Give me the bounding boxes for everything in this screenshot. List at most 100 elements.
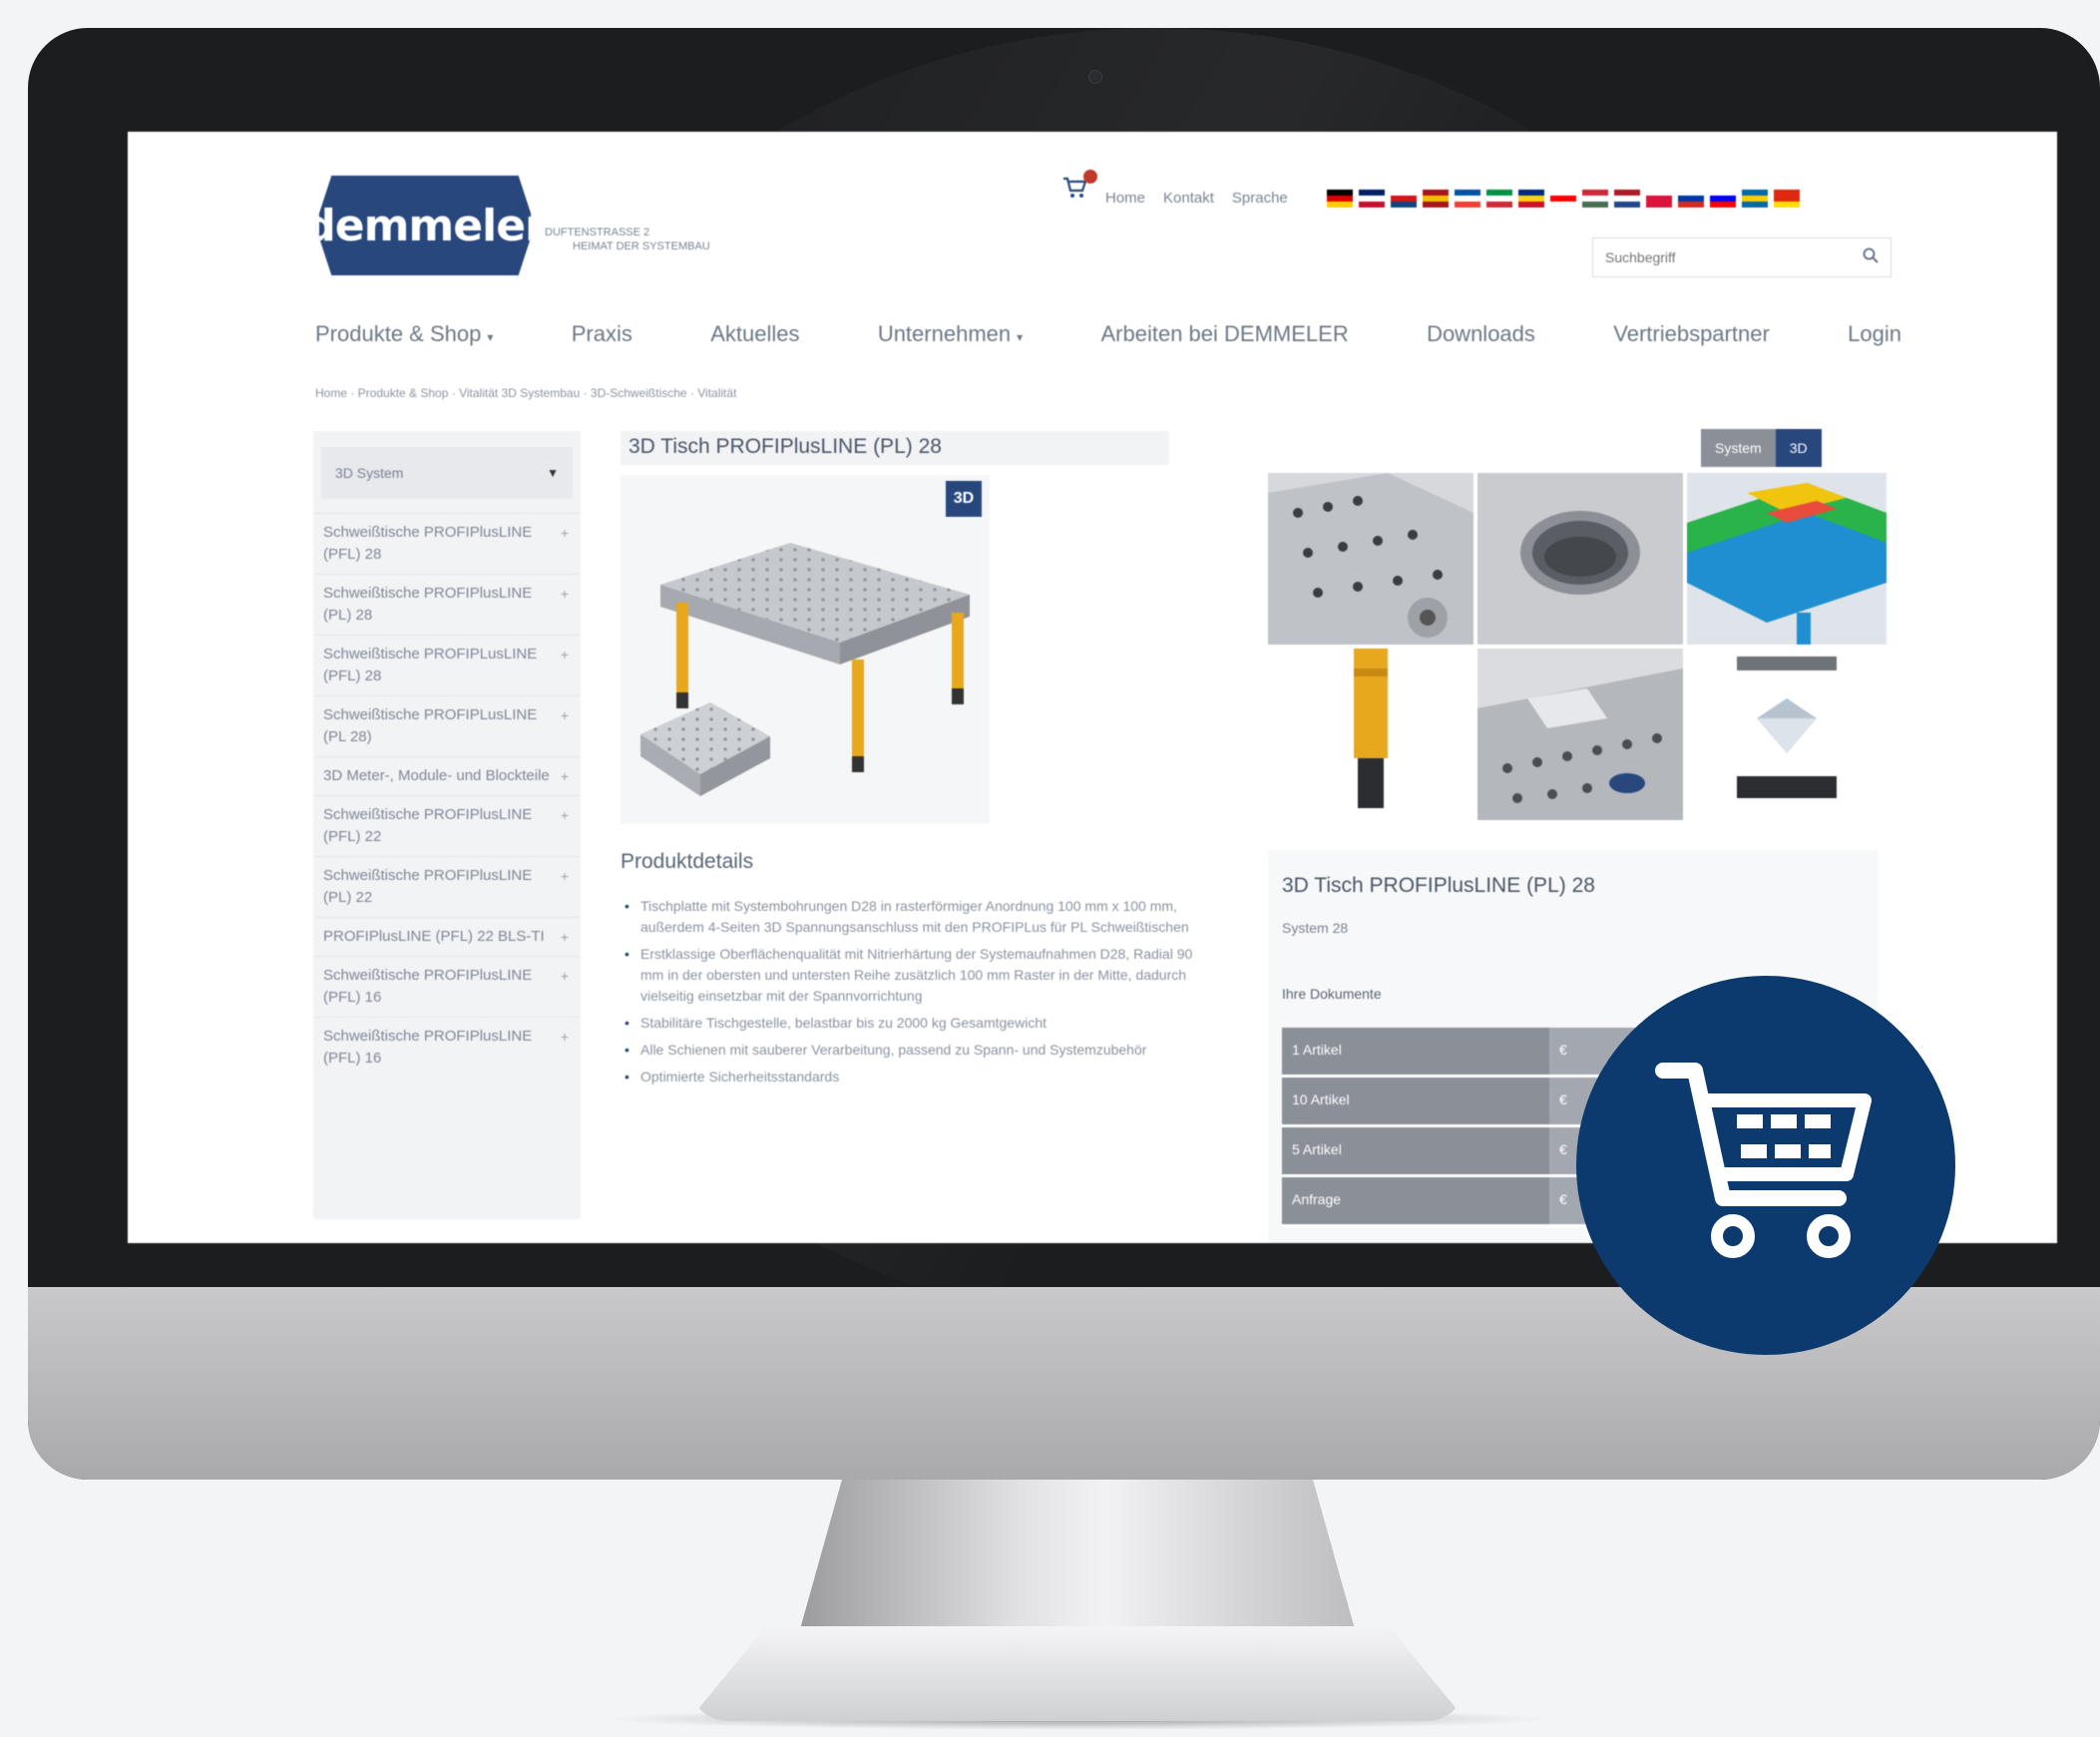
detail-item: Stabilitäre Tischgestelle, belastbar bis… [621, 1013, 1199, 1034]
top-link-language[interactable]: Sprache [1232, 190, 1288, 207]
plus-icon: + [560, 929, 569, 945]
detail-item: Erstklassige Oberflächenqualität mit Nit… [621, 944, 1199, 1007]
dropdown-arrow-icon: ▼ [547, 466, 559, 480]
sidebar-item[interactable]: Schweißtische PROFIPLusLINE (PFL) 28 + [313, 635, 581, 695]
search-input[interactable] [1593, 238, 1851, 276]
gallery-thumb-simulation[interactable] [1687, 473, 1887, 645]
monitor-stand-neck [798, 1477, 1357, 1636]
detail-item: Optimierte Sicherheitsstandards [621, 1067, 1199, 1087]
nav-label: Unternehmen [877, 321, 1012, 346]
nav-products-shop[interactable]: Produkte & Shop ▾ [315, 321, 493, 347]
infobox-docs-label[interactable]: Ihre Dokumente [1282, 986, 1382, 1002]
infobox-system: System 28 [1282, 920, 1349, 936]
sidebar-item[interactable]: 3D Meter-, Module- und Blockteile + [313, 756, 581, 795]
sidebar-item[interactable]: Schweißtische PROFIPlusLINE (PFL) 22 + [313, 795, 581, 856]
fr-flag-icon[interactable] [1455, 190, 1480, 208]
plus-icon: + [560, 707, 569, 723]
nav-arbeiten[interactable]: Arbeiten bei DEMMELER [1101, 321, 1349, 347]
price-qty: 5 Artikel [1282, 1127, 1549, 1174]
gallery-thumb-table-detail[interactable] [1477, 649, 1683, 820]
de-flag-icon[interactable] [1327, 190, 1353, 208]
sidebar-item[interactable]: Schweißtische PROFIPlusLINE (PFL) 16 + [313, 1017, 581, 1078]
stage: demmeler DUFTENSTRASSE 2 HEIMAT DER SYST… [0, 0, 2100, 1737]
se-flag-icon[interactable] [1742, 190, 1768, 208]
monitor-stand-base [688, 1626, 1467, 1721]
sidebar-item[interactable]: Schweißtische PROFIPlusLINE (PL) 28 + [313, 574, 581, 635]
ca-flag-icon[interactable] [1550, 190, 1576, 208]
nav-label: Produkte & Shop [315, 321, 482, 346]
hu-flag-icon[interactable] [1582, 190, 1608, 208]
cz-flag-icon[interactable] [1391, 190, 1417, 208]
product-details-list: Tischplatte mit Systembohrungen D28 in r… [621, 896, 1199, 1093]
plus-icon: + [560, 968, 569, 984]
plus-icon: + [560, 868, 569, 884]
ro-flag-icon[interactable] [1518, 190, 1544, 208]
plus-icon: + [560, 807, 569, 823]
language-flags [1327, 190, 1800, 208]
nav-aktuelles[interactable]: Aktuelles [710, 321, 799, 347]
top-link-contact[interactable]: Kontakt [1163, 190, 1214, 207]
nav-login[interactable]: Login [1848, 321, 1901, 347]
ru-flag-icon[interactable] [1678, 190, 1704, 208]
sidebar-item-label: Schweißtische PROFIPlusLINE (PL) 22 [323, 867, 533, 906]
gallery-thumb-diamond[interactable] [1687, 649, 1887, 820]
pl-flag-icon[interactable] [1646, 190, 1672, 208]
sidebar-item-label: 3D Meter-, Module- und Blockteile [323, 767, 550, 784]
si-flag-icon[interactable] [1710, 190, 1736, 208]
cart-count-badge [1083, 170, 1097, 184]
category-sidebar: 3D System ▼ Schweißtische PROFIPlusLINE … [313, 431, 581, 1219]
sidebar-item[interactable]: Schweißtische PROFIPlusLINE (PL) 22 + [313, 856, 581, 917]
nav-downloads[interactable]: Downloads [1427, 321, 1535, 347]
top-links: Home Kontakt Sprache [1105, 190, 1288, 207]
plus-icon: + [560, 586, 569, 602]
sidebar-item-label: Schweißtische PROFIPlusLINE (PFL) 16 [323, 1028, 533, 1067]
product-details-title: Produktdetails [621, 850, 754, 873]
gallery-thumb-holes[interactable] [1268, 473, 1473, 645]
system-select[interactable]: 3D System ▼ [321, 447, 573, 499]
search-icon[interactable] [1851, 246, 1890, 269]
price-qty: 10 Artikel [1282, 1078, 1549, 1124]
sidebar-item-label: Schweißtische PROFIPlusLINE (PFL) 16 [323, 967, 533, 1006]
camera-icon [1088, 70, 1102, 84]
tab-3d[interactable]: 3D [1775, 429, 1822, 467]
sidebar-list: Schweißtische PROFIPlusLINE (PFL) 28 + Sch… [313, 513, 581, 1078]
uk-flag-icon[interactable] [1359, 190, 1385, 208]
sidebar-item-label: Schweißtische PROFIPLusLINE (PL 28) [323, 706, 538, 745]
plus-icon: + [560, 768, 569, 784]
tagline-line1: DUFTENSTRASSE 2 [545, 226, 650, 238]
main-nav: Produkte & Shop ▾ Praxis Aktuelles Untern… [315, 321, 1901, 347]
sidebar-item-label: Schweißtische PROFIPLusLINE (PFL) 28 [323, 646, 538, 684]
es-flag-icon[interactable] [1423, 190, 1449, 208]
system-select-label: 3D System [335, 465, 404, 481]
tagline-line2: HEIMAT DER SYSTEMBAU [573, 240, 710, 252]
product-image[interactable] [621, 475, 990, 824]
plus-icon: + [560, 647, 569, 662]
breadcrumb[interactable]: Home · Produkte & Shop · Vitalität 3D Sy… [315, 386, 736, 400]
sidebar-item[interactable]: Schweißtische PROFIPlusLINE (PFL) 16 + [313, 956, 581, 1017]
nav-vertriebspartner[interactable]: Vertriebspartner [1613, 321, 1770, 347]
plus-icon: + [560, 525, 569, 541]
tab-system[interactable]: System [1701, 429, 1776, 467]
sidebar-item[interactable]: Schweißtische PROFIPlusLINE (PFL) 28 + [313, 513, 581, 574]
gallery-thumb-bore[interactable] [1477, 473, 1683, 645]
chevron-down-icon: ▾ [1017, 330, 1024, 344]
nav-unternehmen[interactable]: Unternehmen ▾ [878, 321, 1023, 347]
detail-item: Tischplatte mit Systembohrungen D28 in r… [621, 896, 1199, 938]
nav-praxis[interactable]: Praxis [572, 321, 632, 347]
chevron-down-icon: ▾ [487, 330, 494, 344]
sidebar-item-label: Schweißtische PROFIPlusLINE (PFL) 28 [323, 524, 533, 563]
nl-flag-icon[interactable] [1614, 190, 1640, 208]
top-link-home[interactable]: Home [1105, 190, 1145, 207]
tagline: DUFTENSTRASSE 2 HEIMAT DER SYSTEMBAU [545, 225, 744, 253]
detail-item: Alle Schienen mit sauberer Verarbeitung,… [621, 1040, 1199, 1061]
sidebar-item-label: Schweißtische PROFIPlusLINE (PFL) 22 [323, 806, 533, 845]
sidebar-item[interactable]: Schweißtische PROFIPLusLINE (PL 28) + [313, 695, 581, 756]
demmeler-logo[interactable]: demmeler [315, 172, 535, 279]
plus-icon: + [560, 1029, 569, 1045]
logo-text: demmeler [304, 200, 546, 251]
cn-flag-icon[interactable] [1774, 190, 1800, 208]
it-flag-icon[interactable] [1486, 190, 1512, 208]
sidebar-item[interactable]: PROFIPlusLINE (PFL) 22 BLS-TI + [313, 917, 581, 956]
search-box [1592, 237, 1891, 277]
gallery-thumb-leg[interactable] [1268, 649, 1473, 820]
